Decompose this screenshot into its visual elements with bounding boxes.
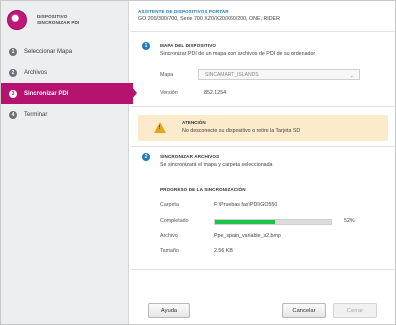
help-button[interactable]: Ayuda [148,303,190,318]
map-select[interactable]: SINCAMART_ISLANDS ⌄ [198,69,360,80]
sync-progress-bar [214,219,332,225]
wizard-subtitle: GO 200/300/700, Serie 700 XZ0/X20/X60/20… [138,16,280,22]
folder-value: F:\Pruebas fax\PDI\GO550 [214,202,278,208]
sync-section-title: SINCRONIZAR ARCHIVOS [160,154,220,159]
close-button[interactable]: Cerrar [333,303,377,318]
chevron-down-icon: ⌄ [349,73,354,79]
nav-step-select-map[interactable]: 1 Seleccionar Mapa [1,41,133,62]
brand-line-2: SINCRONIZAR PDI [37,20,80,25]
map-section-title: MAPA DEL DISPOSITIVO [160,43,217,48]
header-divider [130,31,395,32]
sidebar: DISPOSITIVO SINCRONIZAR PDI 1 Selecciona… [1,1,137,324]
completed-value: 52% [344,218,355,224]
app-logo-icon [7,10,27,30]
main-panel: ASISTENTE DE DISPOSITIVOS PORTAR GO 200/… [130,1,395,324]
file-label: Archivo [160,233,178,239]
map-label: Mapa [160,72,174,78]
step-number-4: 4 [9,110,17,119]
warning-title: ATENCIÓN [182,120,206,125]
nav-step-label: Terminar [24,111,48,118]
file-value: Ppe_spain_variable_s2.bmp [214,233,281,239]
wizard-title: ASISTENTE DE DISPOSITIVOS PORTAR [138,9,229,14]
version-value: 852.1254 [204,90,227,96]
sync-section-info-icon: 2 [142,153,150,161]
footer-divider [130,269,395,270]
sync-progress-fill [215,220,276,224]
section-divider [130,106,395,107]
wizard-header: ASISTENTE DE DISPOSITIVOS PORTAR GO 200/… [138,9,280,22]
sync-section-description: Se sincronizará el mapa y carpeta selecc… [160,162,273,168]
size-label: Tamaño [160,248,179,254]
nav-step-label: Seleccionar Mapa [24,48,73,55]
folder-label: Carpeta [160,202,179,208]
step-number-3: 3 [9,89,17,98]
map-section-description: Sincronizar PDI de un mapa con archivos … [160,51,316,57]
completed-label: Completado [160,218,189,224]
nav-step-files[interactable]: 2 Archivos [1,62,133,83]
brand-title: DISPOSITIVO SINCRONIZAR PDI [37,14,79,26]
map-section-info-icon: 1 [142,42,150,50]
brand: DISPOSITIVO SINCRONIZAR PDI [7,9,123,31]
map-select-value: SINCAMART_ISLANDS [205,71,259,78]
cancel-button[interactable]: Cancelar [282,303,326,318]
wizard-window: DISPOSITIVO SINCRONIZAR PDI 1 Selecciona… [0,0,396,325]
warning-text: No desconecte su dispositivo o retire la… [182,128,301,134]
nav-step-label: Sincronizar PDI [24,90,69,97]
nav-step-label: Archivos [24,69,48,76]
step-number-1: 1 [9,47,17,56]
warning-icon: ! [154,122,166,133]
nav-step-finish[interactable]: 4 Terminar [1,104,133,125]
size-value: 2.56 KB [214,248,233,254]
warning-banner: ! ATENCIÓN No desconecte su dispositivo … [138,115,388,141]
version-label: Versión [160,90,178,96]
progress-title: PROGRESO DE LA SINCRONIZACIÓN [160,187,246,192]
step-nav: 1 Seleccionar Mapa 2 Archivos 3 Sincroni… [1,41,137,125]
step-number-2: 2 [9,68,17,77]
section-divider [130,146,395,147]
nav-step-sync-poi[interactable]: 3 Sincronizar PDI [1,83,137,104]
